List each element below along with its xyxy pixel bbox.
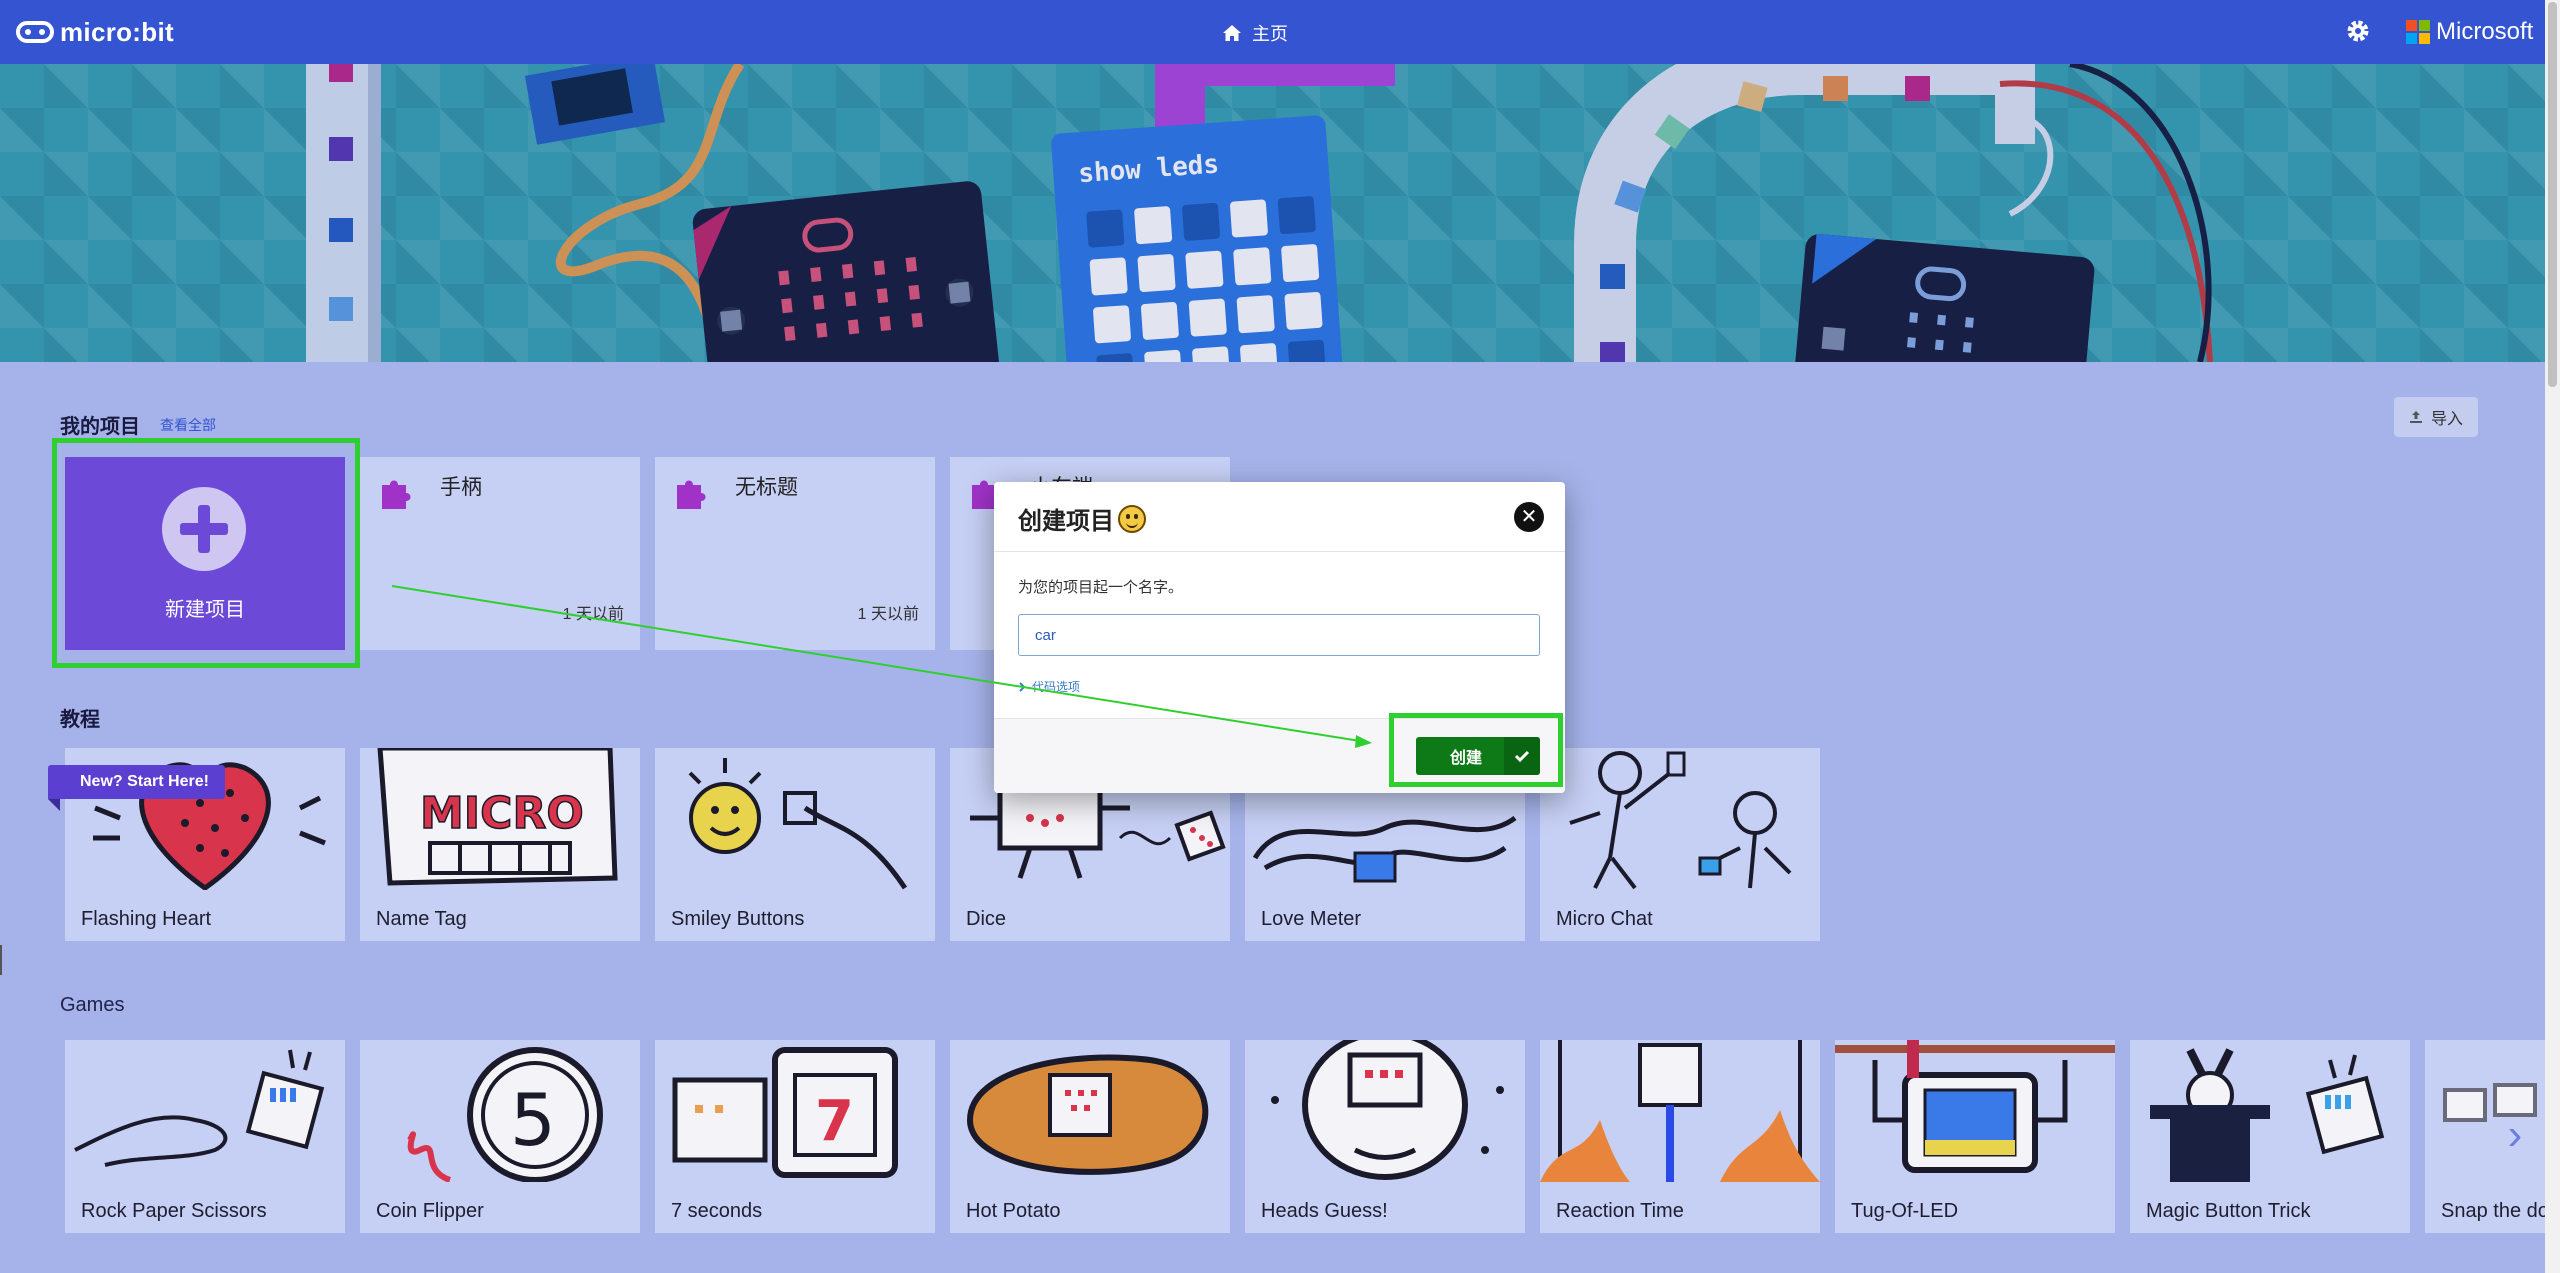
highlight-create-button (1389, 713, 1563, 787)
game-label: Hot Potato (966, 1200, 1061, 1222)
games-heading: Games (60, 994, 125, 1016)
game-card-hot-potato[interactable]: Hot Potato (950, 1040, 1230, 1233)
home-label: 主页 (1252, 24, 1288, 44)
chevron-right-icon (1019, 681, 1026, 692)
tutorial-card-smiley-buttons[interactable]: Smiley Buttons (655, 748, 935, 941)
game-label: 7 seconds (671, 1200, 763, 1222)
game-card-coin-flipper[interactable]: 5 Coin Flipper (360, 1040, 640, 1233)
microsoft-logo-icon (2406, 20, 2430, 44)
dialog-title: 创建项目 (1018, 501, 1146, 536)
smiley-buttons-icon (688, 758, 908, 890)
dialog-prompt: 为您的项目起一个名字。 (1018, 579, 1184, 596)
game-label: Coin Flipper (376, 1200, 484, 1222)
name-tag-icon: MICRO (377, 748, 618, 886)
snap-the-dot-icon (2443, 1083, 2537, 1122)
home-icon (1223, 25, 1241, 41)
game-label: Reaction Time (1556, 1200, 1684, 1222)
dialog-title-text: 创建项目 (1018, 508, 1114, 535)
project-time: 1 天以前 (857, 606, 919, 623)
highlight-new-project (52, 438, 360, 668)
see-all-link[interactable]: 查看全部 (160, 415, 216, 435)
carousel-next-arrow-icon[interactable]: › (2495, 1113, 2535, 1157)
tutorial-label: Smiley Buttons (671, 908, 805, 930)
microbit-logo-icon (16, 21, 54, 43)
tutorial-card-name-tag[interactable]: MICRO Name Tag (360, 748, 640, 941)
tutorial-label: Love Meter (1261, 908, 1362, 930)
logo-text: micro:bit (60, 16, 174, 47)
top-navigation-bar: micro:bit 主页 Microsoft (0, 0, 2545, 64)
home-link[interactable]: 主页 (1222, 20, 1288, 46)
close-icon[interactable]: ✕ (1514, 502, 1544, 532)
my-projects-heading: 我的项目 (60, 416, 140, 438)
hand-icon (74, 1049, 325, 1167)
coin-icon: 5 (407, 1047, 603, 1182)
microsoft-label: Microsoft (2436, 18, 2534, 45)
game-label: Snap the dot (2441, 1200, 2545, 1222)
game-card-heads-guess[interactable]: Heads Guess! (1245, 1040, 1525, 1233)
head-icon (1271, 1040, 1504, 1180)
tutorials-heading: 教程 (60, 709, 100, 731)
code-options-label: 代码选项 (1032, 680, 1081, 694)
code-options-toggle[interactable]: 代码选项 (1018, 678, 1080, 695)
magic-hat-icon (2150, 1048, 2385, 1182)
new-start-here-badge: New? Start Here! (48, 765, 225, 811)
game-card-7-seconds[interactable]: 7 7 seconds (655, 1040, 935, 1233)
project-time: 1 天以前 (562, 606, 624, 623)
scrollbar-thumb[interactable] (2548, 2, 2557, 387)
tug-of-led-icon (1835, 1040, 2115, 1173)
modal-backdrop-hero (0, 64, 2545, 362)
import-label: 导入 (2430, 411, 2463, 428)
smiley-icon (1118, 504, 1146, 533)
import-button[interactable]: 导入 (2394, 397, 2478, 437)
game-label: Rock Paper Scissors (81, 1200, 267, 1222)
project-card[interactable]: 无标题 1 天以前 (655, 457, 935, 650)
timer-board-icon: 7 (672, 1047, 898, 1178)
game-label: Tug-Of-LED (1851, 1200, 1959, 1222)
svg-text:7: 7 (815, 1089, 854, 1154)
microsoft-link[interactable]: Microsoft (2406, 18, 2533, 46)
project-title: 无标题 (735, 476, 798, 499)
game-label: Magic Button Trick (2146, 1200, 2311, 1222)
tutorial-label: Micro Chat (1556, 908, 1653, 930)
game-label: Heads Guess! (1261, 1200, 1388, 1222)
puzzle-icon (677, 480, 706, 509)
tutorial-card-micro-chat[interactable]: Micro Chat (1540, 748, 1820, 941)
tutorial-label: Name Tag (376, 908, 467, 930)
svg-text:MICRO: MICRO (420, 788, 584, 839)
settings-gear-icon[interactable] (2345, 18, 2371, 44)
microbit-logo[interactable]: micro:bit (16, 14, 174, 50)
game-card-rock-paper-scissors[interactable]: Rock Paper Scissors (65, 1040, 345, 1233)
potato-icon (966, 1054, 1209, 1175)
svg-text:5: 5 (510, 1078, 556, 1162)
game-card-tug-of-led[interactable]: Tug-Of-LED (1835, 1040, 2115, 1233)
project-name-input[interactable] (1018, 614, 1540, 656)
upload-icon (2409, 411, 2422, 423)
game-card-reaction-time[interactable]: Reaction Time (1540, 1040, 1820, 1233)
tutorial-label: Dice (966, 908, 1007, 930)
project-title: 手柄 (440, 476, 482, 499)
micro-chat-icon (1569, 751, 1792, 890)
dialog-header: 创建项目 ✕ (994, 482, 1565, 552)
tutorial-label: Flashing Heart (81, 908, 212, 930)
reaction-icon (1540, 1040, 1820, 1182)
left-edge-marker (0, 945, 2, 975)
puzzle-icon (382, 480, 411, 509)
project-card[interactable]: 手柄 1 天以前 (360, 457, 640, 650)
game-card-magic-button-trick[interactable]: Magic Button Trick (2130, 1040, 2410, 1233)
